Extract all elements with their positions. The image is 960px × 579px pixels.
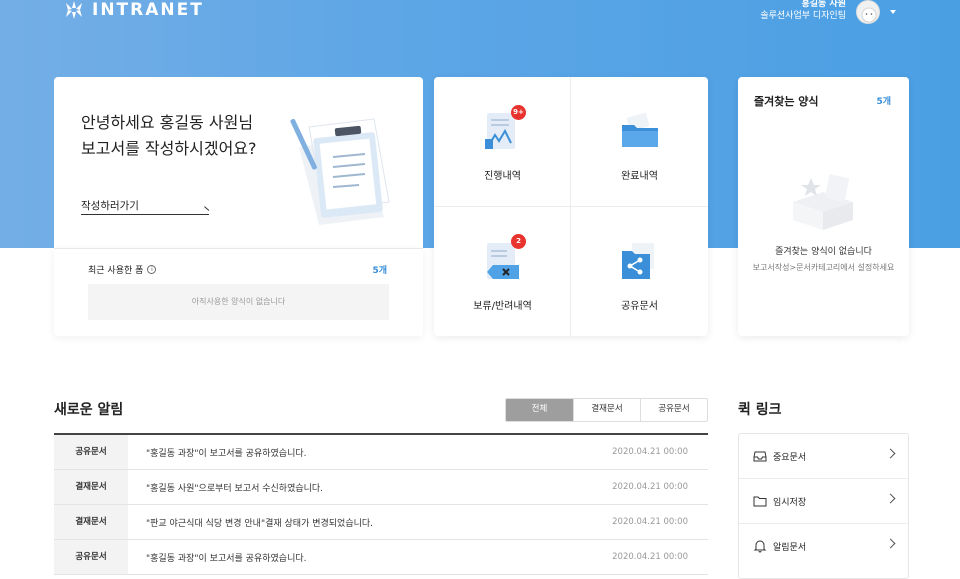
- user-menu[interactable]: 홍길동 사원 솔루션사업부 디자인팀: [760, 0, 896, 24]
- tile-completed-label: 완료내역: [621, 171, 658, 182]
- tile-on-hold-label: 보류/반려내역: [473, 301, 532, 312]
- info-icon[interactable]: i: [147, 265, 157, 274]
- tile-shared[interactable]: 공유문서: [571, 207, 708, 336]
- table-row[interactable]: 결재문서 "홍길동 사원"으로부터 보고서 수신하였습니다. 2020.04.2…: [54, 470, 708, 505]
- user-info: 홍길동 사원 솔루션사업부 디자인팀: [760, 0, 846, 22]
- tab-all[interactable]: 전체: [506, 399, 573, 421]
- notifications-list: 공유문서 "홍길동 과장"이 보고서를 공유하였습니다. 2020.04.21 …: [54, 433, 708, 575]
- quick-link-label: 알림문서: [773, 542, 807, 553]
- tile-on-hold[interactable]: 2 보류/반려내역: [434, 207, 571, 336]
- favorite-forms-count[interactable]: 5개: [876, 94, 891, 107]
- chevron-right-icon: [885, 538, 896, 549]
- folder-share-icon: [621, 243, 654, 279]
- favorite-forms-hint: 보고서작성>문서카테고리에서 설정하세요: [752, 263, 895, 272]
- recent-forms-label: 최근 사용한 폼: [88, 266, 144, 276]
- intranet-logo[interactable]: INTRANET: [64, 0, 204, 20]
- on-hold-badge: 2: [511, 234, 526, 249]
- tile-in-progress[interactable]: 9+ 진행내역: [434, 77, 571, 206]
- table-row[interactable]: 공유문서 "홍길동 과장"이 보고서를 공유하였습니다. 2020.04.21 …: [54, 435, 708, 470]
- folder-open-icon: [621, 112, 658, 147]
- favorite-forms-panel: 즐겨찾는 양식 5개 즐겨찾는 양식이 없습니다 보고서작성>문서카테고리에서 …: [738, 77, 909, 336]
- in-progress-badge: 9+: [511, 105, 526, 120]
- greeting-line-2: 보고서를 작성하시겠어요?: [81, 139, 257, 158]
- quick-link-drafts[interactable]: 임시저장: [739, 479, 908, 523]
- avatar[interactable]: [856, 0, 880, 24]
- recent-forms-empty-state: 아직사용한 양식이 없습니다: [88, 284, 389, 320]
- row-date: 2020.04.21 00:00: [612, 517, 688, 527]
- quick-link-alerts[interactable]: 알림문서: [739, 524, 908, 568]
- chevron-down-icon[interactable]: [890, 10, 896, 14]
- clipboard-illustration-icon: [290, 118, 390, 225]
- user-name: 홍길동 사원: [801, 0, 846, 9]
- tile-in-progress-label: 진행내역: [484, 171, 521, 182]
- tile-completed[interactable]: 완료내역: [571, 77, 708, 206]
- row-date: 2020.04.21 00:00: [612, 447, 688, 457]
- notification-tabs: 전체 결재문서 공유문서: [505, 398, 708, 422]
- favorite-forms-empty-state: 즐겨찾는 양식이 없습니다: [775, 247, 872, 257]
- recent-forms-count[interactable]: 5개: [372, 263, 387, 276]
- quick-links-title: 퀵 링크: [738, 402, 782, 418]
- quick-links-panel: 중요문서 임시저장 알림문서: [738, 433, 909, 579]
- welcome-card: 안녕하세요 홍길동 사원님 보고서를 작성하시겠어요? 작성하러가기: [54, 77, 423, 248]
- chevron-right-icon: [885, 493, 896, 504]
- recent-forms-title: 최근 사용한 폼 i: [88, 263, 157, 276]
- logo-mark-icon: [66, 1, 82, 19]
- recent-forms-panel: 최근 사용한 폼 i 5개 아직사용한 양식이 없습니다: [54, 248, 423, 336]
- tab-shared[interactable]: 공유문서: [640, 399, 707, 421]
- write-report-link[interactable]: 작성하러가기: [81, 198, 139, 213]
- row-category: 공유문서: [54, 540, 128, 574]
- favorite-forms-title: 즐겨찾는 양식: [754, 95, 819, 108]
- greeting: 안녕하세요 홍길동 사원님 보고서를 작성하시겠어요?: [81, 110, 257, 162]
- avatar-face-icon: [861, 7, 877, 23]
- bell-icon: [753, 540, 767, 553]
- table-row[interactable]: 결재문서 "판교 야근식대 식당 변경 안내"결재 상태가 변경되었습니다. 2…: [54, 505, 708, 540]
- chevron-right-icon: [885, 448, 896, 459]
- arrow-right-icon[interactable]: [81, 214, 209, 215]
- greeting-line-1: 안녕하세요 홍길동 사원님: [81, 113, 254, 132]
- empty-box-star-icon: [793, 174, 853, 230]
- status-tiles: 9+ 진행내역 완료내역 2 보류/반려내역 공유문서: [434, 77, 708, 336]
- tab-approval[interactable]: 결재문서: [573, 399, 640, 421]
- row-category: 결재문서: [54, 505, 128, 539]
- table-row[interactable]: 공유문서 "홍길동 과장"이 보고서를 공유하였습니다. 2020.04.21 …: [54, 540, 708, 575]
- row-category: 공유문서: [54, 435, 128, 469]
- quick-link-label: 중요문서: [773, 452, 807, 463]
- row-date: 2020.04.21 00:00: [612, 552, 688, 562]
- inbox-icon: [753, 451, 767, 462]
- tile-shared-label: 공유문서: [621, 301, 658, 312]
- folder-icon: [753, 496, 767, 507]
- notifications-title: 새로운 알림: [54, 402, 124, 418]
- quick-link-label: 임시저장: [773, 497, 807, 508]
- user-department: 솔루션사업부 디자인팀: [760, 11, 846, 21]
- row-date: 2020.04.21 00:00: [612, 482, 688, 492]
- quick-link-important[interactable]: 중요문서: [739, 434, 908, 478]
- logo-text: INTRANET: [92, 0, 204, 20]
- row-category: 결재문서: [54, 470, 128, 504]
